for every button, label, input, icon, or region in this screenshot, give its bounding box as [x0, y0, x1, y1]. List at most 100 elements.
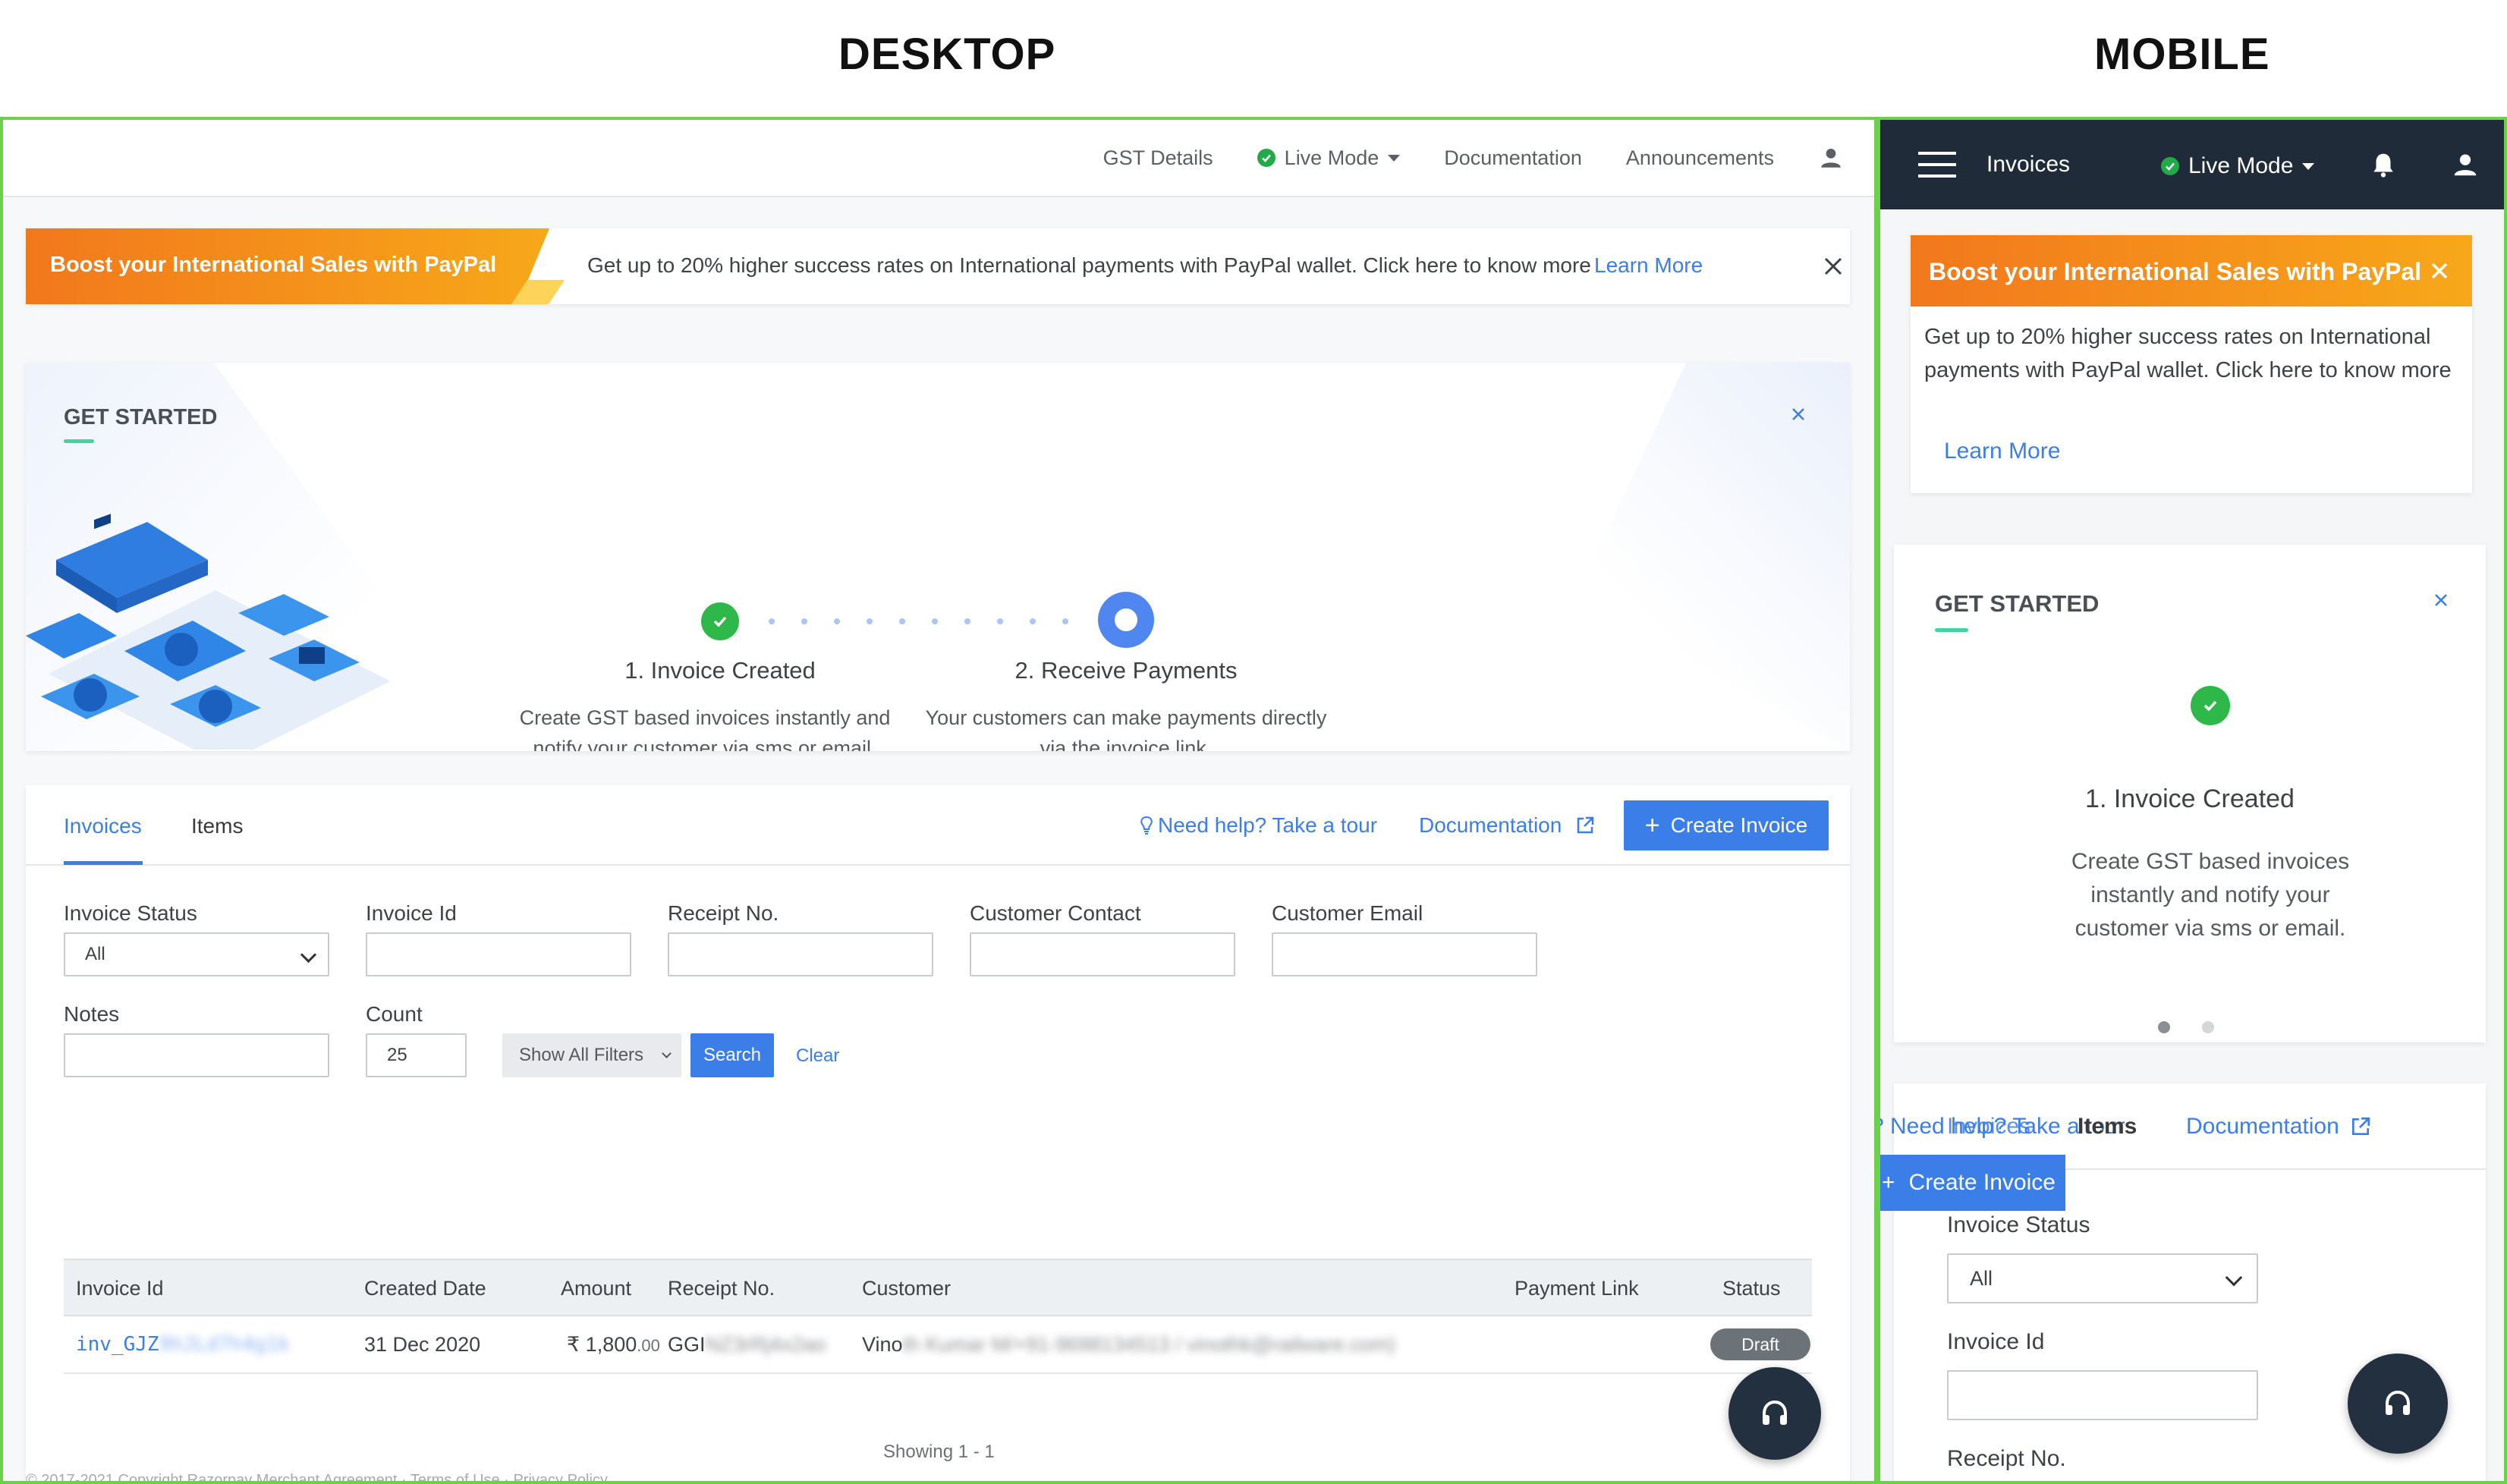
customer-email-input[interactable] [1272, 932, 1537, 976]
invoice-status-label: Invoice Status [1947, 1212, 2090, 1237]
user-icon[interactable] [2451, 150, 2480, 179]
tab-bar: Invoices Items Need help? Take a tour Do… [26, 785, 1850, 866]
invoice-id-input[interactable] [366, 932, 631, 976]
documentation-link[interactable]: Documentation [1419, 813, 1595, 838]
chevron-down-icon [662, 1048, 672, 1058]
headset-icon [1763, 1400, 1787, 1425]
invoice-status-select[interactable]: All [1947, 1253, 2258, 1303]
documentation-label: Documentation [2186, 1114, 2339, 1139]
invoice-id-label: Invoice Id [1947, 1329, 2045, 1354]
external-link-icon [1577, 816, 1594, 834]
documentation-link[interactable]: Documentation [2186, 1114, 2371, 1140]
receipt-no-label: Receipt No. [668, 901, 779, 925]
learn-more-link[interactable]: Learn More [1944, 439, 2060, 464]
close-icon[interactable] [1785, 401, 1812, 428]
create-invoice-label: Create Invoice [1670, 813, 1808, 837]
bell-icon[interactable] [2369, 150, 2398, 179]
paypal-banner[interactable]: Boost your International Sales with PayP… [1911, 235, 2472, 493]
banner-title: Boost your International Sales with PayP… [50, 253, 497, 277]
customer-contact-label: Customer Contact [970, 901, 1141, 925]
invoice-id-input[interactable] [1947, 1370, 2258, 1420]
plus-icon: + [1644, 810, 1660, 840]
receipt-no-label: Receipt No. [1947, 1446, 2066, 1471]
tab-invoices[interactable]: Invoices [1947, 1114, 2030, 1140]
user-icon[interactable] [1818, 145, 1844, 171]
check-circle-icon [1257, 149, 1276, 167]
invoice-id-cell[interactable]: inv_GJZ9hJLd7h4g1k [76, 1333, 290, 1356]
live-mode-dropdown[interactable]: Live Mode [1257, 146, 1401, 170]
take-tour-link[interactable]: Need help? Take a tour [1138, 813, 1377, 838]
caret-down-icon [1388, 154, 1401, 162]
pagination-dot-active[interactable] [2158, 1021, 2170, 1033]
status-badge: Draft [1710, 1328, 1810, 1360]
live-mode-dropdown[interactable]: Live Mode [2161, 153, 2315, 179]
banner-message: Get up to 20% higher success rates on In… [587, 253, 1591, 277]
close-icon[interactable] [2427, 258, 2452, 284]
banner-message: Get up to 20% higher success rates on In… [1924, 325, 2452, 382]
pagination-dot[interactable] [2202, 1021, 2214, 1033]
column-header: Amount [561, 1277, 632, 1300]
plus-icon: + [1882, 1170, 1895, 1195]
show-all-filters-label: Show All Filters [519, 1045, 644, 1065]
active-tab-indicator [64, 861, 143, 865]
check-circle-icon [2161, 157, 2179, 175]
step-1-description: Create GST based invoices instantly and … [2071, 849, 2350, 941]
tab-items[interactable]: Items [2078, 1114, 2137, 1140]
show-all-filters-button[interactable]: Show All Filters [502, 1033, 681, 1077]
pagination-summary: Showing 1 - 1 [883, 1442, 995, 1462]
create-invoice-button[interactable]: + Create Invoice [1880, 1155, 2065, 1211]
search-button[interactable]: Search [690, 1033, 774, 1077]
create-invoice-button[interactable]: + Create Invoice [1624, 800, 1829, 850]
count-input[interactable]: 25 [366, 1033, 467, 1077]
support-chat-button[interactable] [1728, 1367, 1821, 1460]
get-started-card: GET STARTED 1. Invoice Created Create GS [26, 363, 1850, 751]
receipt-no-input[interactable] [668, 932, 933, 976]
table-row[interactable]: inv_GJZ9hJLd7h4g1k 31 Dec 2020 ₹ 1,800.0… [64, 1316, 1812, 1374]
external-link-icon [2351, 1117, 2370, 1136]
invoice-status-select[interactable]: All [64, 932, 329, 976]
gst-details-link[interactable]: GST Details [1103, 146, 1213, 170]
title-underline [64, 439, 94, 443]
close-icon[interactable] [1818, 251, 1848, 281]
step-1-description: Create GST based invoices instantly and … [519, 706, 891, 751]
get-started-card: GET STARTED 1. Invoice Created Create GS… [1894, 545, 2486, 1042]
receipt-no-cell: GGINZ3rRj4x2ao [668, 1333, 826, 1356]
documentation-link[interactable]: Documentation [1444, 146, 1582, 170]
created-date-cell: 31 Dec 2020 [364, 1333, 481, 1356]
tab-items[interactable]: Items [191, 814, 243, 838]
customer-cell: Vinoth Kumar M/+91-9698134513 / vinothk@… [862, 1333, 1396, 1356]
clear-link[interactable]: Clear [796, 1045, 839, 1067]
support-chat-button[interactable] [2348, 1354, 2448, 1454]
get-started-title: GET STARTED [1935, 590, 2100, 617]
progress-dots [769, 618, 1068, 624]
paypal-banner[interactable]: Boost your International Sales with PayP… [26, 228, 1850, 304]
hamburger-menu-icon[interactable] [1918, 152, 1956, 179]
close-icon[interactable] [2428, 587, 2454, 613]
live-mode-label: Live Mode [2188, 153, 2294, 178]
notes-label: Notes [64, 1002, 120, 1026]
table-header: Invoice Id Created Date Amount Receipt N… [64, 1259, 1812, 1316]
headset-icon [2386, 1390, 2410, 1415]
customer-email-label: Customer Email [1272, 901, 1423, 925]
column-header: Payment Link [1515, 1277, 1639, 1300]
notes-input[interactable] [64, 1033, 329, 1077]
invoice-status-value: All [1970, 1266, 1993, 1290]
column-header: Status [1722, 1277, 1781, 1300]
banner-title: Boost your International Sales with PayP… [1929, 258, 2422, 285]
customer-contact-input[interactable] [970, 932, 1235, 976]
step-2-title: 2. Receive Payments [1014, 657, 1238, 684]
top-navbar: GST Details Live Mode Documentation Anno… [3, 120, 1874, 197]
step-2-description: Your customers can make payments directl… [925, 706, 1327, 751]
learn-more-link[interactable]: Learn More [1594, 253, 1703, 278]
check-icon [2191, 686, 2230, 725]
announcements-link[interactable]: Announcements [1626, 146, 1774, 170]
step-1-title: 1. Invoice Created [624, 657, 816, 684]
column-header: Invoice Id [76, 1277, 164, 1300]
column-header: Created Date [364, 1277, 486, 1300]
check-icon [701, 602, 739, 640]
banner-header: Boost your International Sales with PayP… [1911, 235, 2472, 307]
column-header: Receipt No. [668, 1277, 775, 1300]
tab-invoices[interactable]: Invoices [64, 814, 142, 838]
invoices-card: Invoices Items Need help? Take a tour Do… [26, 785, 1850, 1481]
title-underline [1935, 628, 1968, 632]
